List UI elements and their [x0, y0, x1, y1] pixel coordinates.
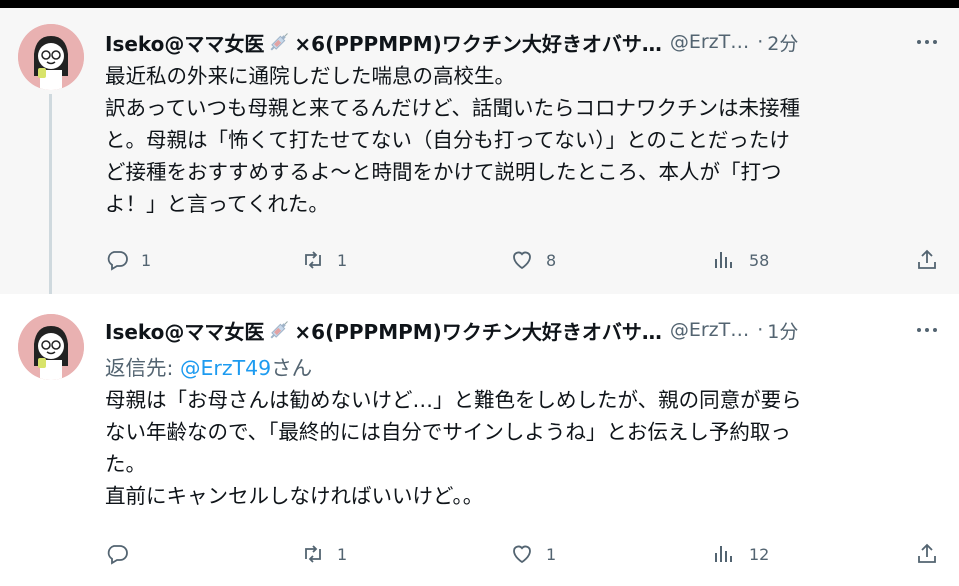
- like-count: 1: [546, 544, 557, 564]
- retweet-icon: [305, 545, 321, 563]
- reply-icon: [107, 251, 128, 271]
- views-icon: [715, 252, 732, 268]
- tweet-text-line: 母親は「お母さんは勧めないけど…」と難色をしめしたが、親の同意が要ら: [105, 388, 802, 412]
- tweet-text-line: と。母親は「怖くて打たせてない（自分も打ってない）」とのことだったけ: [105, 128, 790, 152]
- like-count: 8: [546, 250, 557, 270]
- author-handle[interactable]: @ErzT…: [670, 319, 749, 341]
- share-icon: [918, 543, 936, 563]
- retweet-button[interactable]: 1: [301, 244, 347, 276]
- like-icon: [513, 251, 531, 270]
- separator: ·: [757, 319, 764, 341]
- retweet-count: 1: [337, 544, 348, 564]
- avatar[interactable]: [18, 24, 84, 90]
- tweet-text-line: 直前にキャンセルしなければいいけど。。: [105, 484, 484, 508]
- syringe-icon: [266, 317, 292, 343]
- view-count: 12: [749, 544, 770, 564]
- tweet[interactable]: Iseko@ママ女医 ×6(PPPMPM)ワクチン大好きオバサ… @ErzT… …: [0, 294, 959, 586]
- reply-to-suffix: さん: [271, 356, 313, 380]
- more-icon[interactable]: [915, 320, 939, 340]
- share-button[interactable]: [915, 538, 951, 570]
- tweet-text-line: よ！」と言ってくれた。: [105, 192, 329, 216]
- tweet-text-line: 最近私の外来に通院しだした喘息の高校生。: [105, 64, 515, 88]
- reply-button[interactable]: [105, 538, 141, 570]
- reply-to-label: 返信先:: [105, 356, 180, 380]
- retweet-icon: [305, 251, 321, 269]
- retweet-button[interactable]: 1: [301, 538, 347, 570]
- thread-line: [49, 94, 52, 306]
- author-name[interactable]: Iseko@ママ女医: [105, 316, 264, 345]
- tweet-header: Iseko@ママ女医 ×6(PPPMPM)ワクチン大好きオバサ… @ErzT… …: [105, 316, 939, 344]
- separator: ·: [757, 31, 764, 53]
- timestamp[interactable]: 1分: [767, 317, 798, 344]
- reply-to-mention[interactable]: @ErzT49: [180, 356, 271, 380]
- share-icon: [918, 249, 936, 269]
- tweet-text: 返信先: @ErzT49さん 母親は「お母さんは勧めないけど…」と難色をしめした…: [105, 352, 935, 512]
- tweet-text-line: ない年齢なので、「最終的には自分でサインしようね」とお伝えし予約取っ: [105, 420, 791, 444]
- reply-to: 返信先: @ErzT49さん: [105, 352, 935, 384]
- like-button[interactable]: 8: [510, 244, 556, 276]
- syringe-icon: [266, 29, 292, 55]
- tweet-text-line: た。: [105, 452, 146, 476]
- reply-count: 1: [141, 250, 152, 270]
- reply-button[interactable]: 1: [105, 244, 151, 276]
- tweet-text-line: 訳あっていつも母親と来てるんだけど、話聞いたらコロナワクチンは未接種: [105, 96, 800, 120]
- like-button[interactable]: 1: [510, 538, 556, 570]
- tweet-actions: 1 1 12: [105, 538, 945, 570]
- views-icon: [715, 546, 732, 562]
- avatar[interactable]: [18, 314, 84, 380]
- tweet-text-line: ど接種をおすすめするよ～と時間をかけて説明したところ、本人が「打つ: [105, 160, 782, 184]
- author-name[interactable]: Iseko@ママ女医: [105, 28, 264, 57]
- share-button[interactable]: [915, 244, 951, 276]
- timestamp[interactable]: 2分: [767, 29, 798, 56]
- tweet[interactable]: Iseko@ママ女医 ×6(PPPMPM)ワクチン大好きオバサ… @ErzT… …: [0, 8, 959, 306]
- tweet-header: Iseko@ママ女医 ×6(PPPMPM)ワクチン大好きオバサ… @ErzT… …: [105, 28, 939, 56]
- author-handle[interactable]: @ErzT…: [670, 31, 749, 53]
- view-count: 58: [749, 250, 770, 270]
- author-name-suffix[interactable]: ×6(PPPMPM)ワクチン大好きオバサ…: [294, 316, 661, 345]
- tweet-text: 最近私の外来に通院しだした喘息の高校生。 訳あっていつも母親と来てるんだけど、話…: [105, 60, 935, 220]
- retweet-count: 1: [337, 250, 348, 270]
- reply-icon: [107, 545, 128, 565]
- tweet-actions: 1 1 8 58: [105, 244, 945, 276]
- top-bar: [0, 0, 959, 8]
- views-button[interactable]: 58: [711, 244, 769, 276]
- views-button[interactable]: 12: [711, 538, 769, 570]
- more-icon[interactable]: [915, 32, 939, 52]
- author-name-suffix[interactable]: ×6(PPPMPM)ワクチン大好きオバサ…: [294, 28, 661, 57]
- like-icon: [513, 545, 531, 564]
